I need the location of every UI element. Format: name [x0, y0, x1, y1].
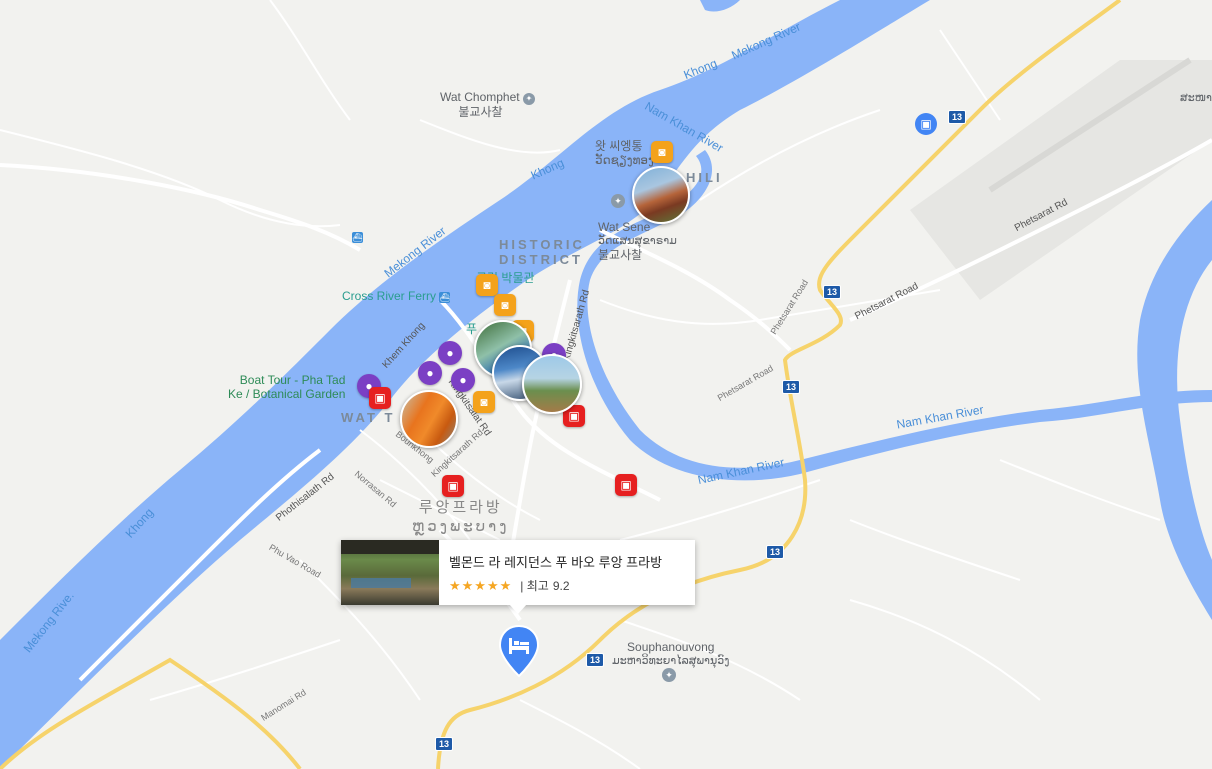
balloon-icon[interactable]: ● — [451, 368, 475, 392]
photo-thumbnail-temple[interactable] — [632, 166, 690, 224]
poi-wat-sene[interactable]: Wat Sene ວັດແສນສຸຂາຣາມ 불교사찰 — [598, 220, 677, 262]
balloon-icon[interactable]: ● — [418, 361, 442, 385]
poi-cross-river-ferry[interactable]: Cross River Ferry ⛴ — [342, 289, 451, 303]
highway-shield: 13 — [948, 110, 967, 124]
xiengthong-district-label: HILI — [686, 170, 723, 185]
highway-shield: 13 — [435, 737, 454, 751]
shopping-bag-icon[interactable]: ▣ — [369, 387, 391, 409]
poi-wat-xieng-thong[interactable]: 왓 씨엥통 ວັດຊຽງທອງ — [595, 139, 654, 167]
camera-icon[interactable]: ◙ — [476, 274, 498, 296]
camera-icon[interactable]: ◙ — [651, 141, 673, 163]
photo-thumbnail-bridge[interactable] — [522, 354, 582, 414]
rating-label: | 최고 — [520, 579, 549, 593]
historic-district-label: HISTORIC DISTRICT — [499, 237, 585, 267]
map-base-layer — [0, 0, 1212, 769]
highway-shield: 13 — [586, 653, 605, 667]
city-label-luang-prabang: 루앙프라방 ຫຼວງພະບາງ — [412, 499, 510, 535]
school-icon: ✦ — [662, 668, 676, 682]
wat-district-label: WAT T — [341, 410, 396, 425]
temple-icon: ✦ — [611, 194, 625, 208]
ferry-icon: ⛴ — [439, 292, 451, 303]
train-icon[interactable]: ▣ — [915, 113, 937, 135]
highway-shield: 13 — [823, 285, 842, 299]
camera-icon[interactable]: ◙ — [494, 294, 516, 316]
star-rating-icon: ★★★★★ — [449, 577, 513, 593]
shopping-bag-icon[interactable]: ▣ — [615, 474, 637, 496]
map-canvas[interactable]: Mekong River Mekong River Mekong Rive. K… — [0, 0, 1212, 769]
pu-partial-label: 푸 — [466, 322, 478, 336]
highway-shield: 13 — [782, 380, 801, 394]
shopping-bag-icon[interactable]: ▣ — [442, 475, 464, 497]
highway-shield: 13 — [766, 545, 785, 559]
east-river-water — [1137, 200, 1212, 620]
rating-value: 9.2 — [552, 578, 570, 593]
poi-wat-chomphet[interactable]: Wat Chomphet ✦ 불교사찰 — [440, 90, 535, 119]
edge-label: ສະໜາ — [1180, 92, 1212, 104]
hotel-photo — [341, 540, 439, 605]
bed-icon[interactable] — [498, 624, 540, 678]
poi-boat-tour[interactable]: Boat Tour - Pha Tad Ke / Botanical Garde… — [228, 373, 345, 401]
popup-pointer — [509, 604, 527, 614]
temple-icon: ✦ — [522, 93, 535, 105]
hotel-info-popup[interactable]: 벨몬드 라 레지던스 푸 바오 루앙 프라방 ★★★★★ | 최고 9.2 — [341, 540, 695, 605]
camera-icon[interactable]: ◙ — [473, 391, 495, 413]
poi-souphanouvong[interactable]: Souphanouvong ມະຫາວິທະຍາໄລສຸພານຸວົງ — [612, 640, 730, 668]
balloon-icon[interactable]: ● — [438, 341, 462, 365]
photo-thumbnail-monks[interactable] — [400, 390, 458, 448]
hotel-name: 벨몬드 라 레지던스 푸 바오 루앙 프라방 — [449, 555, 663, 570]
mekong-river-north-arm — [700, 0, 740, 12]
ferry-icon: ⛴ — [352, 232, 363, 243]
